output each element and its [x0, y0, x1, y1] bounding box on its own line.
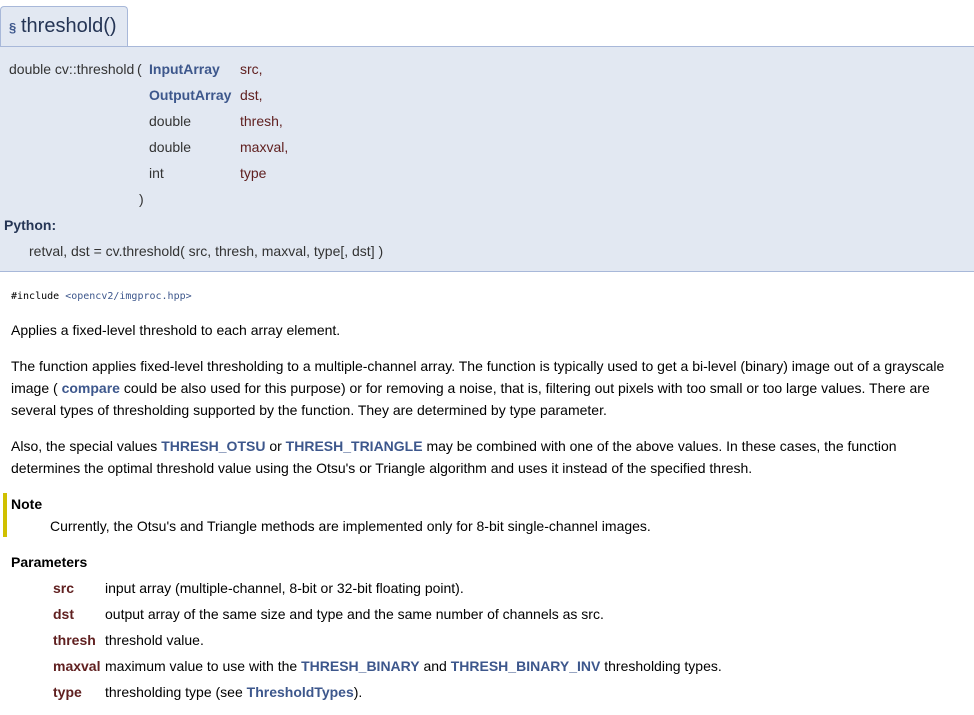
desc-text: thresholding types.	[600, 658, 722, 674]
note-text: Currently, the Otsu's and Triangle metho…	[50, 518, 651, 534]
param-name-src: src,	[240, 61, 263, 77]
param-name-thresh: thresh,	[240, 113, 283, 129]
parameters-title: Parameters	[11, 554, 88, 570]
param-maxval-desc: maximum value to use with the THRESH_BIN…	[105, 658, 722, 674]
include-header-link[interactable]: <opencv2/imgproc.hpp>	[65, 291, 191, 302]
desc-text: and	[419, 658, 451, 674]
details-text: could be also used for this purpose) or …	[11, 380, 930, 418]
param-type-double: double	[149, 139, 192, 155]
param-type-outputarray-link[interactable]: OutputArray	[149, 87, 231, 103]
python-signature: retval, dst = cv.threshold( src, thresh,…	[29, 243, 384, 259]
thresh-binary-inv-link[interactable]: THRESH_BINARY_INV	[451, 658, 601, 674]
python-label: Python:	[4, 217, 57, 233]
thresh-triangle-link[interactable]: THRESH_TRIANGLE	[286, 438, 423, 454]
details-paragraph-1: The function applies fixed-level thresho…	[11, 355, 956, 421]
desc-text: thresholding type (see	[105, 684, 247, 700]
prototype-box: double cv::threshold ( InputArray src, O…	[0, 46, 974, 272]
brief-description: Applies a fixed-level threshold to each …	[11, 322, 341, 338]
details-paragraph-2: Also, the special values THRESH_OTSU or …	[11, 435, 956, 479]
include-line: #include <opencv2/imgproc.hpp>	[11, 291, 192, 302]
member-title: threshold()	[21, 15, 117, 37]
details-text: Also, the special values	[11, 438, 162, 454]
param-dst-name: dst	[53, 606, 74, 622]
param-src-name: src	[53, 580, 75, 596]
param-name-maxval: maxval,	[240, 139, 289, 155]
note-bar	[3, 493, 7, 537]
close-paren: )	[139, 191, 144, 207]
open-paren: (	[137, 61, 142, 77]
threshold-types-link[interactable]: ThresholdTypes	[247, 684, 354, 700]
include-directive: #include	[11, 291, 60, 302]
section-anchor-link[interactable]: §	[9, 20, 16, 35]
note-title: Note	[11, 496, 43, 512]
compare-link[interactable]: compare	[62, 380, 120, 396]
param-src-desc: input array (multiple-channel, 8-bit or …	[105, 580, 464, 596]
param-thresh-desc: threshold value.	[105, 632, 204, 648]
member-title-tab: § threshold()	[0, 6, 128, 46]
param-type-desc: thresholding type (see ThresholdTypes).	[105, 684, 362, 700]
param-thresh-name: thresh	[53, 632, 96, 648]
param-type-double: double	[149, 113, 192, 129]
param-type-name: type	[53, 684, 82, 700]
param-name-dst: dst,	[240, 87, 263, 103]
param-type-int: int	[149, 165, 164, 181]
desc-text: maximum value to use with the	[105, 658, 302, 674]
function-signature: double cv::threshold	[9, 61, 135, 77]
details-text: or	[265, 438, 286, 454]
param-name-type: type	[240, 165, 267, 181]
param-maxval-name: maxval	[53, 658, 101, 674]
param-dst-desc: output array of the same size and type a…	[105, 606, 604, 622]
param-type-inputarray-link[interactable]: InputArray	[149, 61, 220, 77]
desc-text: ).	[353, 684, 363, 700]
thresh-binary-link[interactable]: THRESH_BINARY	[301, 658, 420, 674]
thresh-otsu-link[interactable]: THRESH_OTSU	[161, 438, 265, 454]
